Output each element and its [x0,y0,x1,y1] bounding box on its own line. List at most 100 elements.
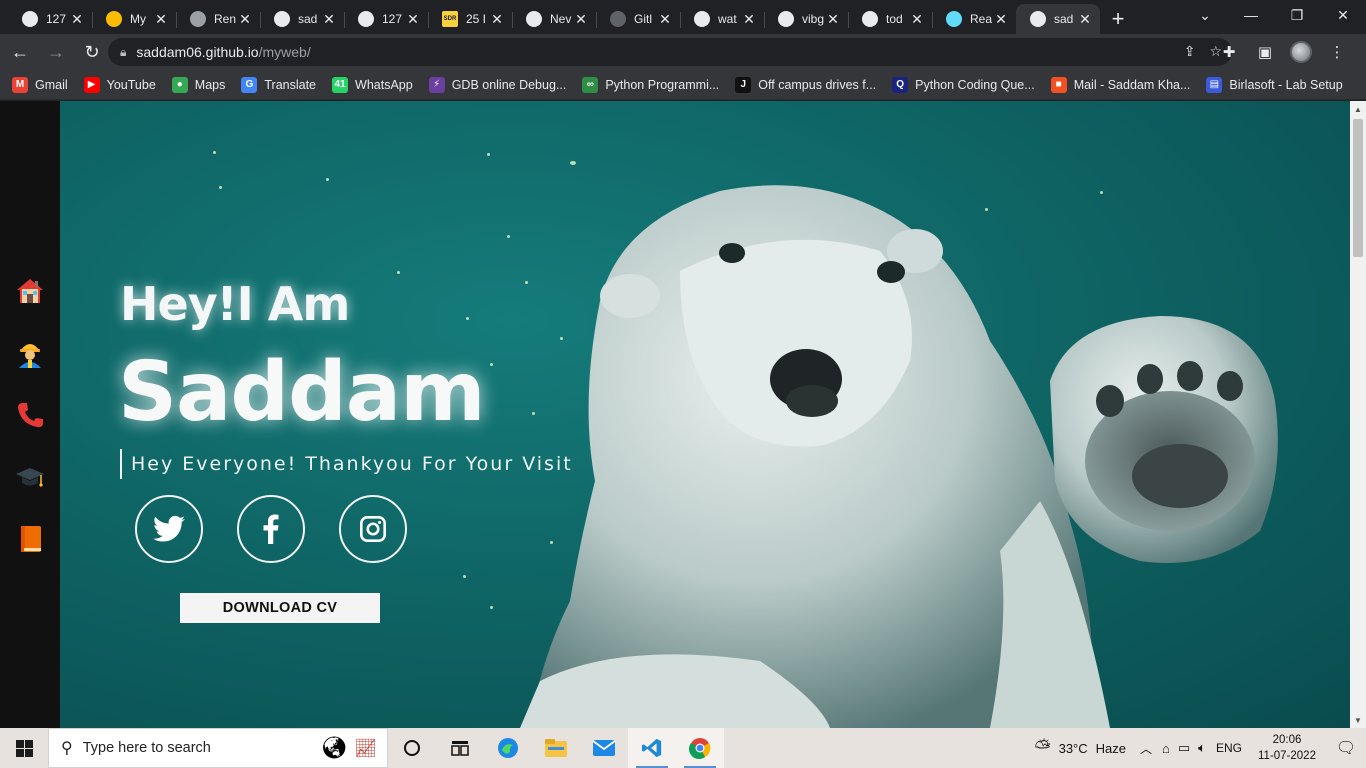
tab-title: My [130,12,146,26]
new-tab-button[interactable]: + [1100,4,1136,34]
windows-logo-icon [15,739,33,757]
globe-icon [862,11,878,27]
bookmark-item[interactable]: J Off campus drives f... [735,76,876,93]
browser-tab[interactable]: My ✕ [92,4,176,34]
bookmark-item[interactable]: ∞ Python Programmi... [582,76,720,93]
bookmark-item[interactable]: ● Maps [171,76,226,93]
browser-tab[interactable]: Ren ✕ [176,4,260,34]
start-button[interactable] [0,728,48,768]
meet-now-icon[interactable]: ⌂ [1162,741,1170,756]
side-panel-icon[interactable]: ▣ [1250,36,1280,68]
profile-avatar[interactable] [1286,36,1316,68]
bookmark-item[interactable]: Q Python Coding Que... [892,76,1035,93]
system-tray: ⛅︎ 33°C Haze ︿ ⌂ ▭ 🔈︎ ENG 20:06 11-07-20… [1035,728,1366,768]
weather-temp[interactable]: 33°C [1059,741,1088,756]
mail-icon[interactable] [580,728,628,768]
close-tab-icon[interactable]: ✕ [742,12,756,26]
graduation-cap-icon[interactable] [14,461,46,493]
lock-icon[interactable]: 🔒︎ [120,45,126,60]
browser-tab[interactable]: 127 ✕ [344,4,428,34]
close-tab-icon[interactable]: ✕ [70,12,84,26]
bookmark-item[interactable]: ⚡ GDB online Debug... [428,76,566,93]
close-tab-icon[interactable]: ✕ [1078,12,1092,26]
volume-icon[interactable]: 🔈︎ [1198,740,1206,756]
close-tab-icon[interactable]: ✕ [994,12,1008,26]
minimize-button[interactable]: — [1228,0,1274,30]
birlasoft-icon: ▤ [1206,76,1223,93]
chrome-icon[interactable] [676,728,724,768]
battery-icon[interactable]: ▭ [1178,740,1190,756]
close-tab-icon[interactable]: ✕ [406,12,420,26]
download-cv-button[interactable]: DOWNLOAD CV [180,593,380,623]
bookmark-item[interactable]: ■ Mail - Saddam Kha... [1050,76,1190,93]
close-window-button[interactable]: ✕ [1320,0,1366,30]
tab-title: Rea [970,12,993,26]
clock[interactable]: 20:06 11-07-2022 [1248,732,1326,764]
file-explorer-icon[interactable] [532,728,580,768]
bookmark-label: Python Programmi... [605,77,720,92]
globe-search-highlight-icon[interactable]: 🌏︎ [320,735,348,761]
scrollbar-thumb[interactable] [1353,119,1363,257]
browser-tab[interactable]: Rea ✕ [932,4,1016,34]
worker-icon[interactable] [14,337,46,369]
close-tab-icon[interactable]: ✕ [490,12,504,26]
extensions-icon[interactable]: ✚ [1214,36,1244,68]
bookmark-item[interactable]: 41 WhatsApp [332,76,413,93]
browser-tab[interactable]: SDR 25 I ✕ [428,4,512,34]
close-tab-icon[interactable]: ✕ [658,12,672,26]
translate-icon: G [241,76,258,93]
restore-button[interactable]: ❐ [1274,0,1320,30]
bookmark-item[interactable]: ▶ YouTube [83,76,156,93]
instagram-icon[interactable] [339,495,407,563]
browser-tab[interactable]: tod ✕ [848,4,932,34]
tab-search-icon[interactable]: ⌄ [1182,0,1228,30]
scroll-down-icon[interactable]: ▼ [1350,712,1366,728]
browser-tab[interactable]: vibg ✕ [764,4,848,34]
edge-icon[interactable] [484,728,532,768]
share-icon[interactable]: ⇪ [1184,43,1196,60]
chevron-up-icon[interactable]: ︿ [1140,740,1152,757]
browser-tab[interactable]: sad ✕ [1016,4,1100,34]
bookmark-item[interactable]: M Gmail [12,76,68,93]
close-tab-icon[interactable]: ✕ [574,12,588,26]
browser-tab[interactable]: Nev ✕ [512,4,596,34]
facebook-icon[interactable] [237,495,305,563]
reload-button[interactable]: ↻ [76,36,108,68]
tab-list: 127 ✕ My ✕ Ren ✕ sad ✕ 127 ✕ SDR 25 I ✕ Nev ✕ Gitl ✕ wat ✕… [0,0,1100,34]
scroll-up-icon[interactable]: ▲ [1350,101,1366,117]
back-button[interactable]: ← [4,36,36,68]
browser-tab[interactable]: wat ✕ [680,4,764,34]
language-indicator[interactable]: ENG [1216,741,1242,755]
phone-icon[interactable] [14,399,46,431]
notification-icon[interactable]: 🗨︎ [1326,738,1366,758]
clock-date: 11-07-2022 [1258,750,1316,762]
page-scrollbar[interactable]: ▲ ▼ [1350,101,1366,728]
close-tab-icon[interactable]: ✕ [154,12,168,26]
close-tab-icon[interactable]: ✕ [826,12,840,26]
clock-time: 20:06 [1272,734,1302,746]
menu-icon[interactable]: ⋮ [1322,36,1352,68]
weather-haze-icon[interactable]: ⛅︎ [1035,737,1051,760]
browser-tab[interactable]: sad ✕ [260,4,344,34]
widgets-icon[interactable] [436,728,484,768]
bookmark-item[interactable]: ▤ Birlasoft - Lab Setup [1206,76,1343,93]
bookmark-label: Maps [194,77,226,92]
close-tab-icon[interactable]: ✕ [238,12,252,26]
close-tab-icon[interactable]: ✕ [322,12,336,26]
home-icon[interactable] [14,275,46,307]
taskbar-search[interactable]: ⚲ Type here to search 🌏︎ 📈︎ [48,728,388,768]
address-bar[interactable]: 🔒︎ saddam06.github.io/myweb/ ⇪ ☆ [108,38,1232,66]
forward-button[interactable]: → [40,36,72,68]
book-icon[interactable] [14,523,46,555]
bookmark-item[interactable]: G Translate [241,76,316,93]
vscode-icon[interactable] [628,728,676,768]
chart-highlight-icon[interactable]: 📈︎ [354,738,377,759]
tab-title: tod [886,12,903,26]
twitter-icon[interactable] [135,495,203,563]
browser-tab[interactable]: Gitl ✕ [596,4,680,34]
name-heading: Saddam [118,345,486,440]
task-view-button[interactable] [388,728,436,768]
weather-condition[interactable]: Haze [1096,741,1126,756]
close-tab-icon[interactable]: ✕ [910,12,924,26]
browser-tab[interactable]: 127 ✕ [8,4,92,34]
